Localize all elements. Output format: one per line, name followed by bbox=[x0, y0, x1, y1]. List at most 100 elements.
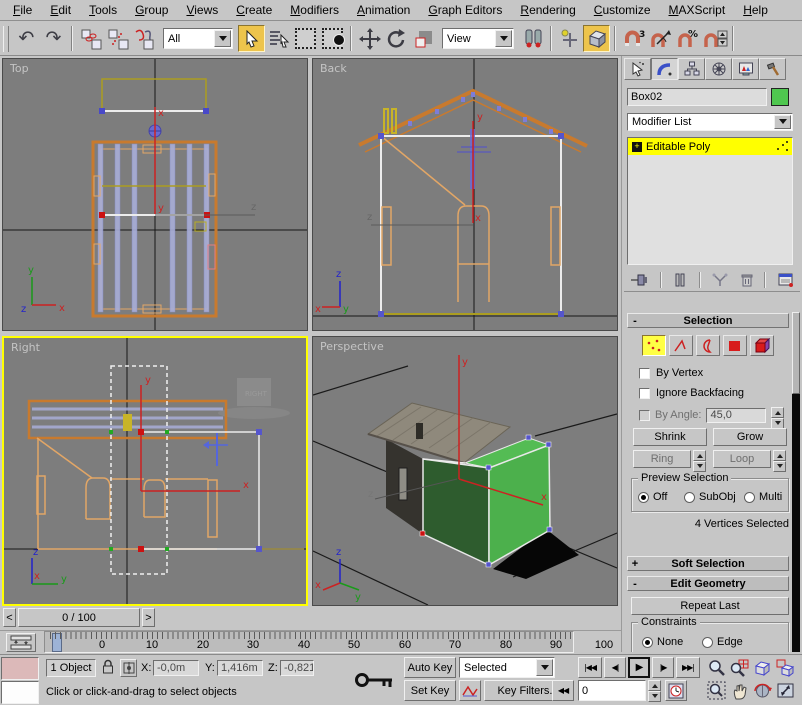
mini-curve-editor-button[interactable] bbox=[6, 633, 36, 652]
object-color-swatch[interactable] bbox=[771, 88, 789, 106]
tab-modify[interactable] bbox=[651, 58, 678, 80]
maxscript-listener-input[interactable] bbox=[1, 681, 39, 704]
menu-rendering[interactable]: Rendering bbox=[511, 1, 584, 19]
rectangular-selection-region-button[interactable] bbox=[292, 25, 319, 52]
zoom-extents-button[interactable] bbox=[752, 657, 773, 678]
snap-toggle-3d-button[interactable]: 3 bbox=[620, 25, 647, 52]
preview-off-option[interactable]: Off bbox=[638, 491, 667, 503]
object-name-field[interactable]: Box02 bbox=[627, 88, 767, 106]
menu-help[interactable]: Help bbox=[734, 1, 777, 19]
select-and-rotate-button[interactable] bbox=[383, 25, 410, 52]
maxscript-listener-macro[interactable] bbox=[1, 657, 39, 680]
region-zoom-button[interactable] bbox=[706, 680, 727, 701]
y-coord-field[interactable]: 1,416m bbox=[217, 660, 263, 676]
tab-hierarchy[interactable] bbox=[678, 58, 705, 80]
zoom-all-button[interactable] bbox=[729, 657, 750, 678]
make-unique-icon[interactable] bbox=[711, 272, 729, 288]
preview-subobj-radio[interactable] bbox=[684, 491, 695, 503]
menu-group[interactable]: Group bbox=[126, 1, 177, 19]
polygon-subobject-button[interactable] bbox=[723, 335, 747, 356]
configure-modifier-sets-icon[interactable] bbox=[777, 272, 795, 288]
key-mode-dropdown[interactable]: Selected bbox=[459, 657, 555, 678]
menu-modifiers[interactable]: Modifiers bbox=[281, 1, 348, 19]
menu-graph-editors[interactable]: Graph Editors bbox=[419, 1, 511, 19]
preview-multi-radio[interactable] bbox=[744, 491, 755, 503]
toolbar-grip[interactable] bbox=[3, 25, 9, 52]
show-end-result-icon[interactable] bbox=[672, 272, 688, 288]
default-in-out-tangents-button[interactable] bbox=[459, 680, 481, 701]
rollout-selection-header[interactable]: - Selection bbox=[627, 313, 789, 328]
selection-lock-toggle[interactable] bbox=[101, 659, 115, 675]
tab-utilities[interactable] bbox=[759, 58, 786, 80]
bind-to-space-warp-button[interactable] bbox=[131, 25, 158, 52]
auto-key-button[interactable]: Auto Key bbox=[404, 657, 456, 678]
key-mode-toggle-button[interactable]: ◀◀ bbox=[552, 680, 574, 701]
tab-create[interactable] bbox=[624, 58, 651, 80]
viewport-right-label[interactable]: Right bbox=[11, 341, 41, 354]
ignore-backfacing-checkbox[interactable] bbox=[639, 387, 650, 399]
menu-maxscript[interactable]: MAXScript bbox=[660, 1, 735, 19]
by-angle-checkbox[interactable] bbox=[639, 409, 650, 421]
frame-spinner[interactable] bbox=[648, 680, 661, 702]
menu-edit[interactable]: Edit bbox=[41, 1, 80, 19]
redo-button[interactable]: ↷ bbox=[40, 25, 67, 52]
menu-customize[interactable]: Customize bbox=[585, 1, 660, 19]
viewport-top[interactable]: x y z y x z Top bbox=[2, 58, 308, 331]
next-frame-button[interactable]: |▶ bbox=[652, 657, 674, 678]
select-and-manipulate-button[interactable] bbox=[556, 25, 583, 52]
ring-button[interactable]: Ring bbox=[633, 450, 691, 468]
shrink-button[interactable]: Shrink bbox=[633, 428, 707, 446]
tab-display[interactable] bbox=[732, 58, 759, 80]
z-coord-field[interactable]: -0,821 bbox=[280, 660, 314, 676]
menu-views[interactable]: Views bbox=[177, 1, 227, 19]
viewport-back[interactable]: y x z z x y Back bbox=[312, 58, 618, 331]
preview-multi-option[interactable]: Multi bbox=[744, 491, 782, 503]
x-coord-field[interactable]: -0,0m bbox=[153, 660, 199, 676]
by-angle-spinner[interactable] bbox=[771, 407, 785, 429]
previous-frame-button[interactable]: ◀| bbox=[604, 657, 626, 678]
panel-scrollbar-thumb[interactable] bbox=[792, 312, 800, 394]
percent-snap-button[interactable]: % bbox=[674, 25, 701, 52]
grow-button[interactable]: Grow bbox=[713, 428, 787, 446]
loop-button[interactable]: Loop bbox=[713, 450, 771, 468]
zoom-extents-all-button[interactable] bbox=[775, 657, 796, 678]
reference-coordinate-dropdown[interactable]: View bbox=[442, 28, 514, 49]
by-vertex-checkbox[interactable] bbox=[639, 367, 650, 379]
tab-motion[interactable] bbox=[705, 58, 732, 80]
select-by-name-button[interactable] bbox=[265, 25, 292, 52]
rollout-edit-geometry-header[interactable]: - Edit Geometry bbox=[627, 576, 789, 591]
window-crossing-toggle-button[interactable] bbox=[319, 25, 346, 52]
use-center-flyout-button[interactable] bbox=[519, 25, 546, 52]
snaps-toggle-button[interactable] bbox=[583, 25, 610, 52]
current-frame-field[interactable]: 0 bbox=[578, 680, 646, 701]
unlink-selection-button[interactable] bbox=[104, 25, 131, 52]
by-angle-field[interactable]: 45,0 bbox=[706, 407, 767, 423]
viewport-back-label[interactable]: Back bbox=[320, 62, 347, 75]
arc-rotate-button[interactable] bbox=[752, 680, 773, 701]
menu-animation[interactable]: Animation bbox=[348, 1, 419, 19]
set-keys-button[interactable] bbox=[350, 657, 400, 703]
constraint-none-radio[interactable] bbox=[642, 636, 653, 648]
play-button[interactable]: ▶ bbox=[628, 657, 650, 678]
element-subobject-button[interactable] bbox=[750, 335, 774, 356]
stack-item-editable-poly[interactable]: + Editable Poly bbox=[628, 138, 792, 155]
time-slider-bar[interactable]: 0 / 100 bbox=[18, 608, 140, 627]
select-and-scale-button[interactable] bbox=[410, 25, 437, 52]
edge-subobject-button[interactable] bbox=[669, 335, 693, 356]
remove-modifier-icon[interactable] bbox=[740, 272, 754, 288]
rollout-soft-selection-header[interactable]: + Soft Selection bbox=[627, 556, 789, 571]
loop-spinner[interactable] bbox=[773, 450, 786, 472]
stack-expand-icon[interactable]: + bbox=[632, 141, 642, 152]
selection-filter-dropdown[interactable]: All bbox=[163, 28, 233, 49]
maximize-viewport-button[interactable] bbox=[775, 680, 796, 701]
preview-subobj-option[interactable]: SubObj bbox=[684, 491, 736, 503]
absolute-offset-toggle[interactable] bbox=[120, 659, 137, 677]
track-bar-ruler[interactable]: 0 10 20 30 40 50 60 70 80 90 100 bbox=[44, 631, 613, 653]
menu-create[interactable]: Create bbox=[227, 1, 281, 19]
undo-button[interactable]: ↶ bbox=[13, 25, 40, 52]
constraint-edge-radio[interactable] bbox=[702, 636, 713, 648]
spinner-snap-button[interactable] bbox=[701, 25, 728, 52]
repeat-last-button[interactable]: Repeat Last bbox=[631, 597, 789, 615]
viewport-top-label[interactable]: Top bbox=[9, 62, 29, 75]
zoom-button[interactable] bbox=[706, 657, 727, 678]
